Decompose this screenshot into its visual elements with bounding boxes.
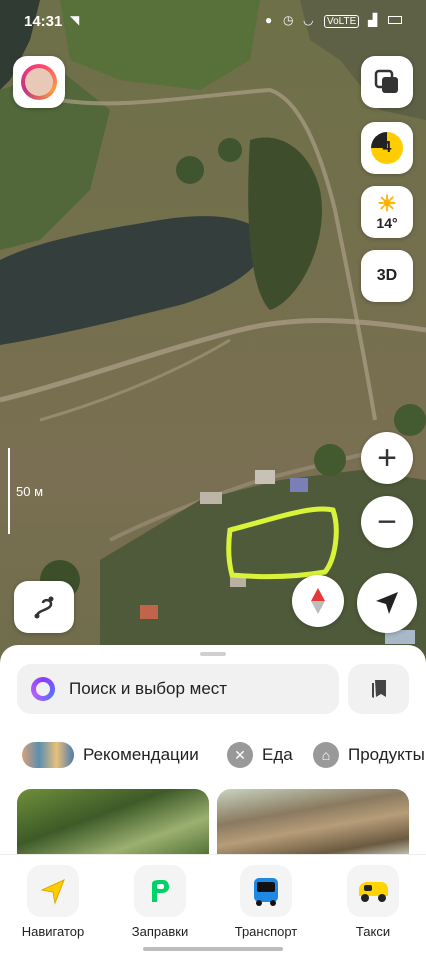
weather-temp: 14° [376,215,398,231]
network-badge: VoLTE [324,15,360,28]
home-indicator[interactable] [143,947,283,951]
nav-label: Транспорт [234,924,298,939]
category-label: Продукты [348,745,425,764]
battery-icon [388,16,402,24]
bookmarks-icon [371,680,386,698]
compass-button[interactable] [292,575,344,627]
compass-icon [311,588,325,614]
category-food[interactable]: ✕ Еда [227,737,293,773]
bottom-sheet[interactable]: Поиск и выбор мест Рекомендации ✕ Еда ⌂ … [0,645,426,960]
nav-item-transport[interactable]: Транспорт [226,865,306,939]
category-recommendations[interactable]: Рекомендации [22,737,199,773]
status-time: 14:31 [24,13,63,30]
category-products[interactable]: ⌂ Продукты [313,737,425,773]
wifi-icon: ◡ [303,13,314,27]
recommendations-icon [22,742,74,768]
fuel-icon [134,865,186,917]
category-label: Рекомендации [83,745,199,764]
my-location-button[interactable] [357,573,417,633]
speed-value: 4 [382,139,392,156]
nav-label: Навигатор [21,924,85,939]
layers-icon [374,69,398,93]
nav-item-navigator[interactable]: Навигатор [13,865,93,939]
nav-item-fuel[interactable]: Заправки [120,865,200,939]
category-chips: Рекомендации ✕ Еда ⌂ Продукты [0,737,426,773]
route-button[interactable] [14,581,74,633]
profile-avatar-button[interactable] [13,56,65,108]
nav-label: Такси [355,924,391,939]
category-label: Еда [262,745,293,764]
taxi-icon [347,865,399,917]
bus-icon [240,865,292,917]
speed-gauge-icon: 4 [371,132,403,164]
cast-icon: ◥ [70,13,80,27]
alarm-icon: ◷ [283,13,294,27]
search-bar[interactable]: Поиск и выбор мест [17,664,339,714]
nav-label: Заправки [131,924,189,939]
3d-mode-button[interactable]: 3D [361,250,413,302]
signal-icon: ▟ [368,13,378,27]
zoom-out-button[interactable]: − [361,496,413,548]
status-bar: 14:31 ◥ ● ◷ ◡ VoLTE ▟ [0,0,426,40]
location-arrow-icon [376,592,398,614]
3d-label: 3D [376,267,398,284]
layers-button[interactable] [361,56,413,108]
zoom-in-button[interactable]: + [361,432,413,484]
basket-icon: ⌂ [313,742,339,768]
scale-label: 50 м [16,484,44,499]
bottom-navigation: Навигатор Заправки Транспорт Такси [0,854,426,960]
scale-bar [8,448,10,534]
recommendation-card[interactable] [17,789,209,859]
nav-item-taxi[interactable]: Такси [333,865,413,939]
sheet-drag-handle[interactable] [200,652,226,656]
sun-icon: ☀ [377,191,397,216]
recommendation-card[interactable] [217,789,409,859]
route-icon [34,596,54,619]
search-placeholder: Поиск и выбор мест [69,679,228,698]
navigator-icon [27,865,79,917]
minus-icon: − [377,503,397,541]
bookmarks-button[interactable] [348,664,409,714]
food-icon: ✕ [227,742,253,768]
location-icon: ● [265,13,273,27]
weather-button[interactable]: ☀ 14° [361,186,413,238]
alice-voice-icon[interactable] [31,677,55,701]
plus-icon: + [377,439,397,477]
speed-button[interactable]: 4 [361,122,413,174]
avatar [21,64,57,100]
